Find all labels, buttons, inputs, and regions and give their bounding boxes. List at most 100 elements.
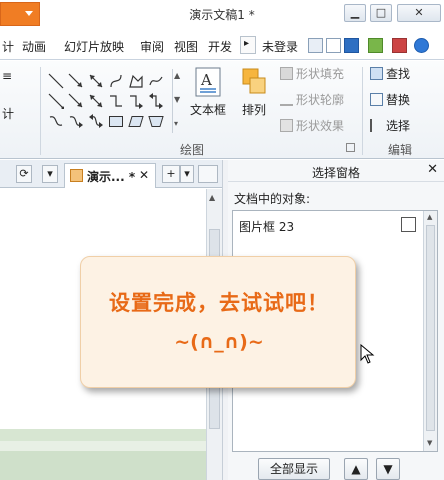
elbow-arrow-icon[interactable]	[128, 93, 144, 109]
left-ribbon-label: 计	[2, 107, 15, 121]
ribbon-separator	[40, 67, 41, 155]
history-button[interactable]: ⟳	[16, 165, 32, 183]
presentation-file-icon	[70, 169, 83, 182]
pane-header: 选择窗格 ✕	[228, 160, 444, 182]
double-arrow-connector-icon[interactable]	[88, 93, 104, 109]
tip-callout: 设置完成，去试试吧！ ~(∩_∩)~	[80, 256, 356, 388]
textbox-label: 文本框	[189, 103, 226, 117]
object-name: 图片框 23	[239, 220, 295, 234]
gallery-down-icon[interactable]: ▼	[174, 95, 180, 104]
list-scroll-up-icon[interactable]: ▲	[427, 213, 432, 221]
objects-heading: 文档中的对象:	[234, 192, 311, 206]
svg-text:A: A	[200, 71, 212, 89]
select-button[interactable]: 选择	[370, 117, 410, 135]
group-label-editing: 编辑	[388, 143, 413, 157]
curved-connector-icon[interactable]	[48, 113, 64, 129]
double-arrow-shape-icon[interactable]	[88, 73, 104, 89]
close-pane-icon[interactable]: ✕	[427, 162, 438, 177]
curved-arrow-icon[interactable]	[68, 113, 84, 129]
show-all-button[interactable]: 全部显示	[258, 458, 330, 480]
shapes-gallery[interactable]	[46, 71, 170, 131]
new-tab-button[interactable]: +	[162, 165, 180, 183]
d-app-icon[interactable]	[344, 38, 359, 53]
find-icon	[370, 67, 383, 80]
freeform-shape-icon[interactable]	[128, 73, 144, 89]
tab-label: 演示... *	[87, 170, 136, 184]
skin-icon[interactable]	[326, 38, 341, 53]
menu-item-animation[interactable]: 动画	[22, 38, 46, 55]
tab-window-icon[interactable]	[198, 165, 218, 183]
replace-icon	[370, 93, 383, 106]
cursor-select-icon	[370, 119, 383, 132]
tab-presentation[interactable]: 演示... * ✕	[64, 163, 156, 188]
textbox-icon: A	[195, 67, 221, 97]
callout-emoticon: ~(∩_∩)~	[174, 331, 264, 353]
minimize-button[interactable]: ▁	[344, 4, 366, 22]
scribble-shape-icon[interactable]	[148, 73, 164, 89]
close-window-button[interactable]: ✕	[397, 4, 441, 22]
login-status[interactable]: 未登录	[262, 38, 298, 55]
collapse-ribbon-icon[interactable]	[308, 38, 323, 53]
user-icon[interactable]	[392, 38, 407, 53]
find-button[interactable]: 查找	[370, 65, 410, 83]
scroll-up-icon[interactable]: ▲	[209, 193, 215, 202]
textbox-button[interactable]: A 文本框	[188, 67, 228, 118]
new-tab-menu-button[interactable]: ▾	[180, 165, 194, 183]
pane-title: 选择窗格	[311, 166, 360, 180]
move-up-button[interactable]: ▲	[344, 458, 368, 480]
menu-more-button[interactable]: ▸	[240, 36, 256, 54]
left-ribbon-fragment-icon[interactable]: ≡	[2, 67, 12, 85]
curved-double-arrow-icon[interactable]	[88, 113, 104, 129]
list-scrollbar[interactable]: ▲ ▼	[423, 211, 437, 451]
menu-item-developer[interactable]: 开发	[208, 38, 232, 55]
line-shape-icon[interactable]	[48, 73, 64, 89]
shape-fill-button[interactable]: 形状填充	[280, 65, 344, 83]
pen-icon	[280, 93, 293, 106]
document-tab-bar: ⟳ ▾ 演示... * ✕ + ▾	[0, 160, 224, 188]
menu-item-view[interactable]: 视图	[174, 38, 198, 55]
shape-outline-button[interactable]: 形状轮廓	[280, 91, 344, 109]
close-tab-icon[interactable]: ✕	[139, 168, 149, 182]
arrange-label: 排列	[241, 103, 266, 117]
curve-shape-icon[interactable]	[108, 73, 124, 89]
arrow-connector-icon[interactable]	[68, 93, 84, 109]
replace-button[interactable]: 替换	[370, 91, 410, 109]
shape-effect-button[interactable]: 形状效果	[280, 117, 344, 135]
arrow-shape-icon[interactable]	[68, 73, 84, 89]
title-bar: 演示文稿1 * ▁ □ ✕	[0, 0, 444, 30]
move-down-button[interactable]: ▼	[376, 458, 400, 480]
group-label-drawing: 绘图	[180, 143, 205, 157]
tab-list-button[interactable]: ▾	[42, 165, 58, 183]
rectangle-shape-icon[interactable]	[108, 113, 124, 129]
list-scroll-down-icon[interactable]: ▼	[427, 439, 432, 447]
gallery-more-icon[interactable]: ▾	[174, 119, 178, 128]
callout-message: 设置完成，去试试吧！	[109, 291, 329, 315]
visibility-checkbox[interactable]	[401, 217, 416, 232]
menu-item-partial[interactable]: 计	[2, 38, 14, 55]
list-scroll-thumb[interactable]	[426, 225, 435, 431]
down-arrow-icon: ▼	[383, 462, 393, 476]
arrange-icon	[242, 68, 266, 94]
ribbon-separator	[362, 67, 363, 155]
gallery-scrollbar[interactable]: ▲ ▼ ▾	[172, 69, 182, 133]
elbow-line-icon[interactable]	[108, 93, 124, 109]
menu-item-review[interactable]: 审阅	[140, 38, 164, 55]
slide-thumbnail-strip	[0, 429, 206, 480]
help-icon[interactable]	[414, 38, 429, 53]
parallelogram-shape-icon[interactable]	[128, 113, 144, 129]
paint-bucket-icon	[280, 67, 293, 80]
shape-effect-icon	[280, 119, 293, 132]
arrange-button[interactable]: 排列	[234, 67, 274, 118]
list-item[interactable]: 图片框 23	[233, 211, 423, 237]
trapezoid-shape-icon[interactable]	[148, 113, 164, 129]
drawing-dialog-launcher-icon[interactable]	[346, 143, 355, 152]
community-icon[interactable]	[368, 38, 383, 53]
menu-bar: 计 动画 幻灯片放映 审阅 视图 开发 ▸ 未登录	[0, 30, 444, 60]
maximize-button[interactable]: □	[370, 4, 392, 22]
elbow-double-arrow-icon[interactable]	[148, 93, 164, 109]
mouse-cursor-icon	[360, 344, 375, 364]
ribbon: ≡ 计 ▲ ▼ ▾ A 文本框 排列 形状填充 形状轮廓 形状效果 绘图 查找 …	[0, 61, 444, 159]
menu-item-slideshow[interactable]: 幻灯片放映	[64, 38, 124, 55]
gallery-up-icon[interactable]: ▲	[174, 71, 180, 80]
elbow-connector-icon[interactable]	[48, 93, 65, 110]
